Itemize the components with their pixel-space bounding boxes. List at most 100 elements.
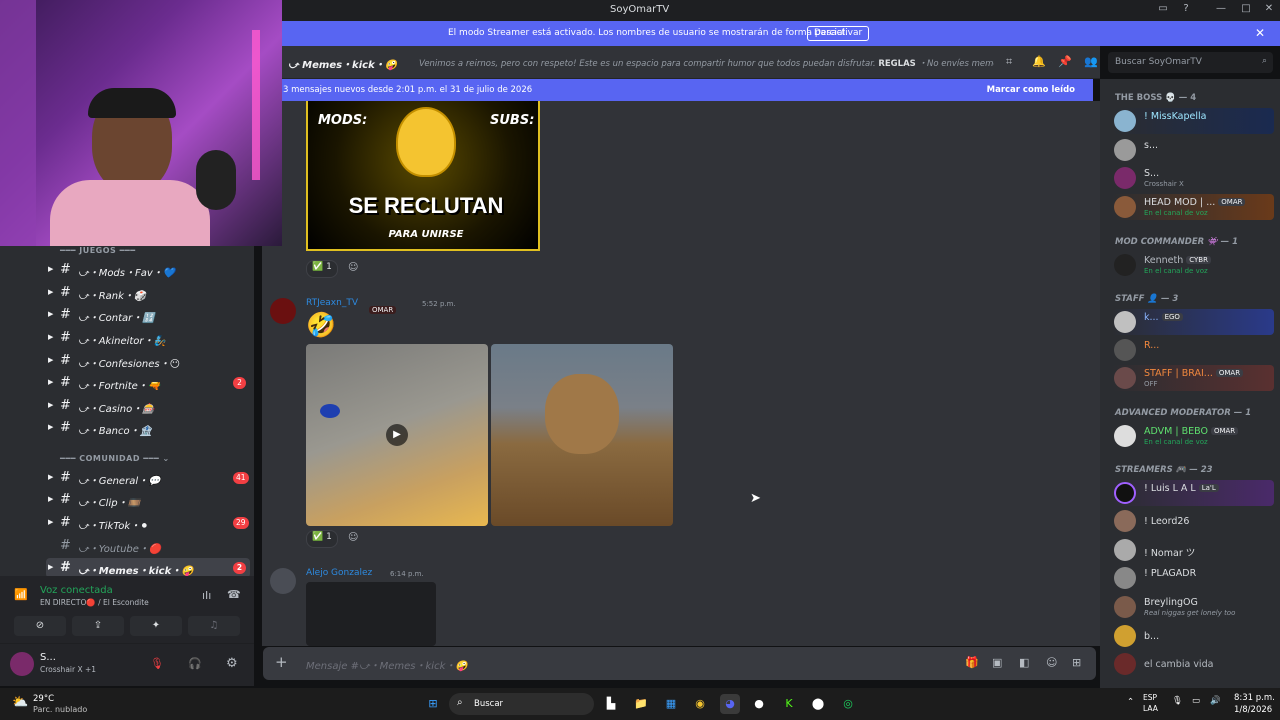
noise-suppression-icon[interactable]: ıIı (202, 589, 211, 602)
avatar[interactable] (270, 568, 296, 594)
screen-share-button[interactable]: ⇪ (72, 616, 124, 636)
monkey-image[interactable] (491, 344, 673, 526)
gif-icon[interactable]: ▣ (992, 656, 1002, 669)
language-indicator[interactable]: ESP (1143, 693, 1157, 702)
deafen-icon[interactable]: 🎧 (188, 657, 202, 670)
reaction-check[interactable]: ✅ 1 (306, 260, 338, 278)
signal-icon[interactable]: 📶 (14, 588, 28, 601)
member-item[interactable]: R... (1112, 337, 1274, 363)
activities-button[interactable]: ✦ (130, 616, 182, 636)
spotify-icon[interactable]: ◎ (838, 694, 858, 714)
channel-general[interactable]: ▶ # ⤻・General・💬 41 (46, 468, 250, 488)
member-item[interactable]: STAFF | BRAI... OMAR OFF (1112, 365, 1274, 391)
mic-tray-icon[interactable]: 🎙 (1172, 696, 1183, 706)
channel-rank[interactable]: ▶ # ⤻・Rank・🎲 (46, 283, 250, 303)
channel-confesiones[interactable]: ▶ # ⤻・Confesiones・😶 (46, 351, 250, 371)
avatar[interactable] (270, 298, 296, 324)
clock-time[interactable]: 8:31 p.m. (1234, 693, 1275, 703)
message-author[interactable]: RTJeaxn_TV (306, 298, 358, 308)
member-item[interactable]: Kenneth CYBR En el canal de voz (1112, 252, 1274, 278)
close-banner-icon[interactable]: ✕ (1255, 26, 1265, 40)
minimize-button[interactable]: — (1213, 3, 1229, 17)
role-header: MOD COMMANDER 👾 — 1 (1115, 237, 1239, 247)
message-author[interactable]: Alejo Gonzalez (306, 568, 372, 578)
search-input[interactable]: Buscar SoyOmarTV ⌕ (1108, 52, 1273, 73)
inbox-icon[interactable]: ▭ (1155, 3, 1171, 17)
member-item[interactable]: ! Leord26 (1112, 508, 1274, 534)
windows-start-icon[interactable]: ⊞ (423, 694, 443, 714)
member-item[interactable]: HEAD MOD | ... OMAR En el canal de voz (1112, 194, 1274, 220)
emoji-icon[interactable]: ☺ (1046, 656, 1057, 669)
category-comunidad[interactable]: ━━━ COMUNIDAD ━━━ ⌄ (60, 454, 170, 463)
new-messages-bar[interactable]: 3 mensajes nuevos desde 2:01 p.m. el 31 … (282, 79, 1093, 101)
channel-casino[interactable]: ▶ # ⤻・Casino・🎰 (46, 396, 250, 416)
channel-youtube[interactable]: # ⤻・Youtube・🔴 (46, 536, 250, 556)
close-window-button[interactable]: ✕ (1261, 3, 1277, 17)
chrome-icon[interactable]: ◉ (690, 694, 710, 714)
soundboard-button[interactable]: ♫ (188, 616, 240, 636)
member-item[interactable]: ! MissKapella (1112, 108, 1274, 134)
apps-icon[interactable]: ⊞ (1072, 656, 1081, 669)
disconnect-icon[interactable]: ☎ (227, 588, 241, 601)
channel-fortnite[interactable]: ▶ # ⤻・Fortnite・🔫 2 (46, 373, 250, 393)
mute-icon[interactable]: 🎙 (150, 657, 164, 670)
task-view-icon[interactable]: ▙ (601, 694, 621, 714)
member-item[interactable]: b... (1112, 623, 1274, 649)
user-avatar[interactable] (10, 652, 34, 676)
taskbar-search[interactable]: ⌕ Buscar (449, 693, 594, 715)
store-icon[interactable]: ▦ (661, 694, 681, 714)
pin-icon[interactable]: 📌 (1058, 55, 1072, 68)
weather-temp[interactable]: 29°C (33, 694, 54, 704)
network-icon[interactable]: ▭ (1192, 696, 1200, 706)
file-explorer-icon[interactable]: 📁 (631, 694, 651, 714)
obs-icon[interactable]: ● (749, 694, 769, 714)
image-attachment[interactable] (306, 582, 436, 646)
bell-icon[interactable]: 🔔 (1032, 55, 1046, 68)
tray-chevron-icon[interactable]: ⌃ (1127, 697, 1134, 707)
channel-tiktok[interactable]: ▶ # ⤻・TikTok・⚫ 29 (46, 513, 250, 533)
member-item[interactable]: ! PLAGADR (1112, 565, 1274, 591)
reaction-check[interactable]: ✅ 1 (306, 530, 338, 548)
message-composer[interactable]: + Mensaje #⤻・Memes・kick・🤪 🎁 ▣ ◧ ☺ ⊞ (263, 647, 1096, 680)
camera-button[interactable]: ⊘ (14, 616, 66, 636)
maximize-button[interactable]: □ (1238, 3, 1254, 17)
member-item[interactable]: k... EGO (1112, 309, 1274, 335)
member-item[interactable]: ADVM | BEBO OMAR En el canal de voz (1112, 423, 1274, 449)
mark-read-button[interactable]: Marcar como leído (987, 85, 1075, 95)
kick-icon[interactable]: K (779, 694, 799, 714)
member-item[interactable]: ! Luis L A L La'L (1112, 480, 1274, 506)
add-reaction-icon[interactable]: ☺ (348, 532, 358, 543)
member-item[interactable]: BreylingOG Real niggas get lonely too (1112, 594, 1274, 620)
volume-icon[interactable]: 🔊 (1210, 696, 1221, 706)
channel-topic[interactable]: Venimos a reirnos, pero con respeto! Est… (419, 57, 994, 69)
member-item[interactable]: el cambia vida (1112, 651, 1274, 677)
play-icon[interactable]: ▶ (386, 424, 408, 446)
channel-contar[interactable]: ▶ # ⤻・Contar・🔢 (46, 305, 250, 325)
threads-icon[interactable]: ⌗ (1006, 55, 1012, 69)
channel-memes-kick[interactable]: ▶ # ⤻・Memes・kick・🤪 2 (46, 558, 250, 578)
help-icon[interactable]: ? (1178, 3, 1194, 17)
category-juegos[interactable]: ━━━ JUEGOS ━━━ (60, 246, 136, 255)
app-icon[interactable]: ⬤ (808, 694, 828, 714)
members-icon[interactable]: 👥 (1084, 55, 1098, 68)
weather-icon[interactable]: ⛅ (12, 695, 28, 710)
channel-akineitor[interactable]: ▶ # ⤻・Akineitor・🧞 (46, 328, 250, 348)
taskbar-search-label: Buscar (474, 699, 504, 709)
disable-streamer-button[interactable]: Desactivar (807, 26, 870, 41)
gift-icon[interactable]: 🎁 (965, 656, 979, 669)
voice-status[interactable]: Voz conectada (40, 585, 113, 596)
sticker-icon[interactable]: ◧ (1019, 656, 1029, 669)
user-name[interactable]: S... (40, 652, 56, 663)
channel-banco[interactable]: ▶ # ⤻・Banco・🏦 (46, 418, 250, 438)
add-reaction-icon[interactable]: ☺ (348, 262, 358, 273)
poster-image[interactable]: MODS: SUBS: SE RECLUTAN PARA UNIRSE (306, 101, 540, 251)
channel-clip[interactable]: ▶ # ⤻・Clip・🎞️ (46, 490, 250, 510)
channel-mods-fav[interactable]: ▶ # ⤻・Mods・Fav・💙 (46, 260, 250, 280)
add-attachment-icon[interactable]: + (275, 653, 288, 671)
video-attachment[interactable]: ▶ (306, 344, 488, 526)
discord-icon[interactable]: ◕ (720, 694, 740, 714)
member-item[interactable]: S... Crosshair X (1112, 165, 1274, 191)
member-item[interactable]: ! Nomar ツ (1112, 537, 1274, 563)
settings-gear-icon[interactable]: ⚙ (226, 656, 238, 671)
member-item[interactable]: s... (1112, 137, 1274, 163)
